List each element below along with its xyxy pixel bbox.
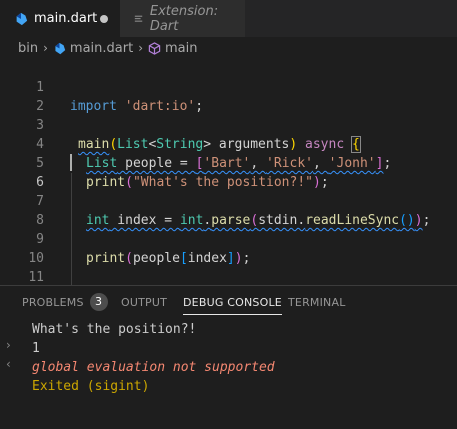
chevron-right-icon: › xyxy=(43,41,48,55)
code-line: 11 } xyxy=(0,249,457,305)
code-line: 8 xyxy=(0,192,457,228)
console-line: 1 xyxy=(32,341,40,356)
preview-icon xyxy=(134,15,143,22)
tab-label: OUTPUT xyxy=(121,296,168,309)
console-line: Exited (sigint) xyxy=(32,379,150,394)
method-cube-icon xyxy=(148,41,161,55)
tab-main-dart[interactable]: main.dart xyxy=(0,0,120,37)
tab-label: DEBUG CONSOLE xyxy=(183,296,282,309)
code-editor[interactable]: 1 import 'dart:io'; 2 3 main(List<String… xyxy=(0,59,457,306)
code-line: 9 print(people[index]); xyxy=(0,211,457,266)
breadcrumb-file[interactable]: main.dart xyxy=(70,41,133,56)
text-cursor xyxy=(70,154,72,171)
chevron-right-icon: › xyxy=(6,338,11,352)
tab-problems[interactable]: PROBLEMS 3 xyxy=(22,286,108,320)
console-line: global evaluation not supported xyxy=(32,360,275,375)
code-line: 5 print("What's the position?!"); xyxy=(0,135,457,190)
tab-output[interactable]: OUTPUT xyxy=(121,286,167,320)
tab-label: PROBLEMS xyxy=(22,296,84,309)
chevron-left-icon: ‹ xyxy=(6,357,11,371)
tab-debug-console[interactable]: DEBUG CONSOLE xyxy=(183,286,282,320)
code-line: 10 xyxy=(0,230,457,266)
tab-label: TERMINAL xyxy=(288,296,346,309)
code-line: 7 int index = int.parse(stdin.readLineSy… xyxy=(0,173,457,228)
unsaved-dot-icon[interactable] xyxy=(100,14,108,23)
code-line: 3 main(List<String> arguments) async { xyxy=(0,97,457,153)
chevron-right-icon: › xyxy=(138,41,144,55)
code-line: 4 List people = ['Bart', 'Rick', 'Jonh']… xyxy=(0,116,457,171)
tab-terminal[interactable]: TERMINAL xyxy=(288,286,346,320)
tab-label: Extension: Dart xyxy=(149,3,219,34)
code-line: 2 xyxy=(0,78,457,114)
breadcrumb: bin › main.dart › main xyxy=(0,37,457,59)
bottom-panel: PROBLEMS 3 OUTPUT DEBUG CONSOLE TERMINAL … xyxy=(0,285,457,429)
tab-extension-dart[interactable]: Extension: Dart xyxy=(120,0,245,37)
console-line: What's the position?! xyxy=(32,322,197,337)
code-line: 6 xyxy=(0,154,457,190)
panel-tab-bar: PROBLEMS 3 OUTPUT DEBUG CONSOLE TERMINAL xyxy=(0,286,457,320)
breadcrumb-folder[interactable]: bin xyxy=(18,41,38,56)
tab-label: main.dart xyxy=(34,11,98,26)
dart-file-icon xyxy=(16,12,28,25)
editor-tab-bar: main.dart Extension: Dart xyxy=(0,0,457,37)
dart-file-icon xyxy=(55,42,66,54)
breadcrumb-symbol[interactable]: main xyxy=(165,41,197,56)
problems-count-badge: 3 xyxy=(89,293,108,311)
code-line: 1 import 'dart:io'; xyxy=(0,59,457,114)
